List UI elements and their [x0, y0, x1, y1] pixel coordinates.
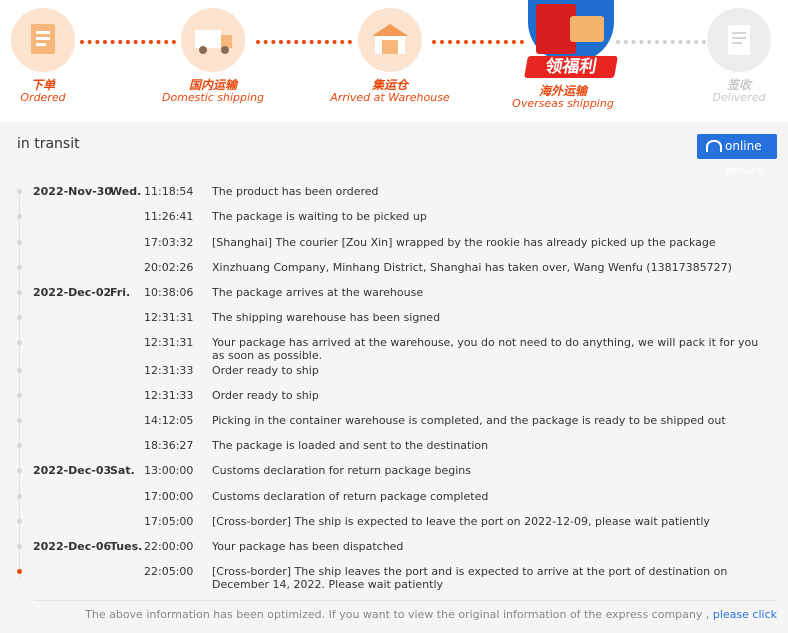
- footer-divider: [34, 600, 776, 601]
- package-icon: [570, 16, 604, 42]
- timeline-dot: [17, 189, 22, 194]
- timeline-dot: [17, 315, 22, 320]
- step-label-cn: 海外运输: [538, 84, 587, 98]
- timeline-dot-current: [17, 569, 22, 574]
- step-label-en: Ordered: [20, 91, 66, 104]
- step-domestic-shipping: 国内运输 Domestic shipping: [153, 8, 273, 104]
- event-description: Your package has arrived at the warehous…: [212, 336, 759, 362]
- order-form-icon: [11, 8, 75, 72]
- footer-note-text: The above information has been optimized…: [85, 608, 710, 621]
- step-ordered: 下单 Ordered: [0, 8, 103, 104]
- timeline-dot: [17, 494, 22, 499]
- timeline-dot: [17, 519, 22, 524]
- timeline-dot: [17, 418, 22, 423]
- timeline-dot: [17, 290, 22, 295]
- event-description: Customs declaration for return package b…: [212, 464, 471, 477]
- status-title: in transit: [17, 136, 80, 152]
- event-description: [Cross-border] The ship leaves the port …: [212, 565, 728, 591]
- step-delivered: 签收 Delivered: [679, 8, 788, 104]
- event-time: 17:00:00: [144, 490, 194, 503]
- online-service-sublabel: service: [725, 164, 765, 177]
- event-description: The package is waiting to be picked up: [212, 210, 427, 223]
- event-weekday: Fri.: [110, 286, 131, 299]
- footer-note: The above information has been optimized…: [85, 608, 777, 621]
- event-time: 11:26:41: [144, 210, 194, 223]
- step-label-en: Delivered: [712, 91, 766, 104]
- event-description: Customs declaration of return package co…: [212, 490, 489, 503]
- event-time: 20:02:26: [144, 261, 194, 274]
- timeline-dot: [17, 393, 22, 398]
- step-label-cn: 国内运输: [188, 78, 237, 92]
- promo-label: 领福利: [524, 56, 618, 78]
- event-time: 12:31:33: [144, 389, 194, 402]
- event-date: 2022-Dec-02: [33, 286, 112, 299]
- event-date: 2022-Dec-03: [33, 464, 112, 477]
- step-label-cn: 下单: [30, 78, 55, 92]
- event-time: 12:31:33: [144, 364, 194, 377]
- event-time: 10:38:06: [144, 286, 194, 299]
- event-time: 22:05:00: [144, 565, 194, 578]
- event-description: The product has been ordered: [212, 185, 379, 198]
- step-label-cn: 签收: [726, 78, 751, 92]
- signed-document-icon: [707, 8, 771, 72]
- event-time: 12:31:31: [144, 336, 194, 349]
- step-arrived-warehouse: 集运仓 Arrived at Warehouse: [330, 8, 450, 104]
- timeline-dot: [17, 443, 22, 448]
- event-time: 17:03:32: [144, 236, 194, 249]
- truck-icon: [181, 8, 245, 72]
- event-description: [Cross-border] The ship is expected to l…: [212, 515, 710, 528]
- timeline-dot: [17, 265, 22, 270]
- step-label-en: Domestic shipping: [161, 91, 265, 104]
- event-time: 11:18:54: [144, 185, 194, 198]
- welfare-promo-banner[interactable]: 领福利: [522, 0, 618, 80]
- event-time: 13:00:00: [144, 464, 194, 477]
- event-date: 2022-Dec-06: [33, 540, 112, 553]
- event-description: Picking in the container warehouse is co…: [212, 414, 726, 427]
- event-time: 12:31:31: [144, 311, 194, 324]
- event-date: 2022-Nov-30: [33, 185, 112, 198]
- headset-icon: [706, 140, 722, 152]
- event-description: The package is loaded and sent to the de…: [212, 439, 489, 452]
- event-time: 22:00:00: [144, 540, 194, 553]
- event-description: The package arrives at the warehouse: [212, 286, 424, 299]
- timeline-dot: [17, 240, 22, 245]
- event-description: Order ready to ship: [212, 389, 319, 402]
- step-label-cn: 集运仓: [371, 78, 408, 92]
- event-description: Xinzhuang Company, Minhang District, Sha…: [212, 261, 732, 274]
- step-label-en: Arrived at Warehouse: [330, 91, 450, 104]
- shipping-progress: 下单 Ordered 国内运输 Domestic shipping 集运仓 Ar…: [0, 0, 788, 122]
- event-description: Your package has been dispatched: [212, 540, 404, 553]
- warehouse-icon: [358, 8, 422, 72]
- event-weekday: Sat.: [110, 464, 135, 477]
- event-description: Order ready to ship: [212, 364, 319, 377]
- timeline-dot: [17, 340, 22, 345]
- original-info-link[interactable]: please click: [713, 608, 777, 621]
- online-service-label: online: [725, 139, 762, 153]
- step-overseas-shipping: 海外运输 Overseas shipping: [503, 84, 623, 110]
- event-time: 14:12:05: [144, 414, 194, 427]
- tracking-panel: in transit online service 2022-Nov-30 We…: [0, 122, 788, 633]
- online-service-button[interactable]: online: [697, 134, 777, 159]
- event-description: [Shanghai] The courier [Zou Xin] wrapped…: [212, 236, 716, 249]
- timeline-dot: [17, 368, 22, 373]
- timeline-dot: [17, 214, 22, 219]
- event-time: 18:36:27: [144, 439, 194, 452]
- step-label-en: Overseas shipping: [512, 97, 614, 110]
- event-description: The shipping warehouse has been signed: [212, 311, 441, 324]
- event-weekday: Wed.: [110, 185, 142, 198]
- timeline-dot: [17, 468, 22, 473]
- timeline-dot: [17, 544, 22, 549]
- event-time: 17:05:00: [144, 515, 194, 528]
- event-weekday: Tues.: [110, 540, 143, 553]
